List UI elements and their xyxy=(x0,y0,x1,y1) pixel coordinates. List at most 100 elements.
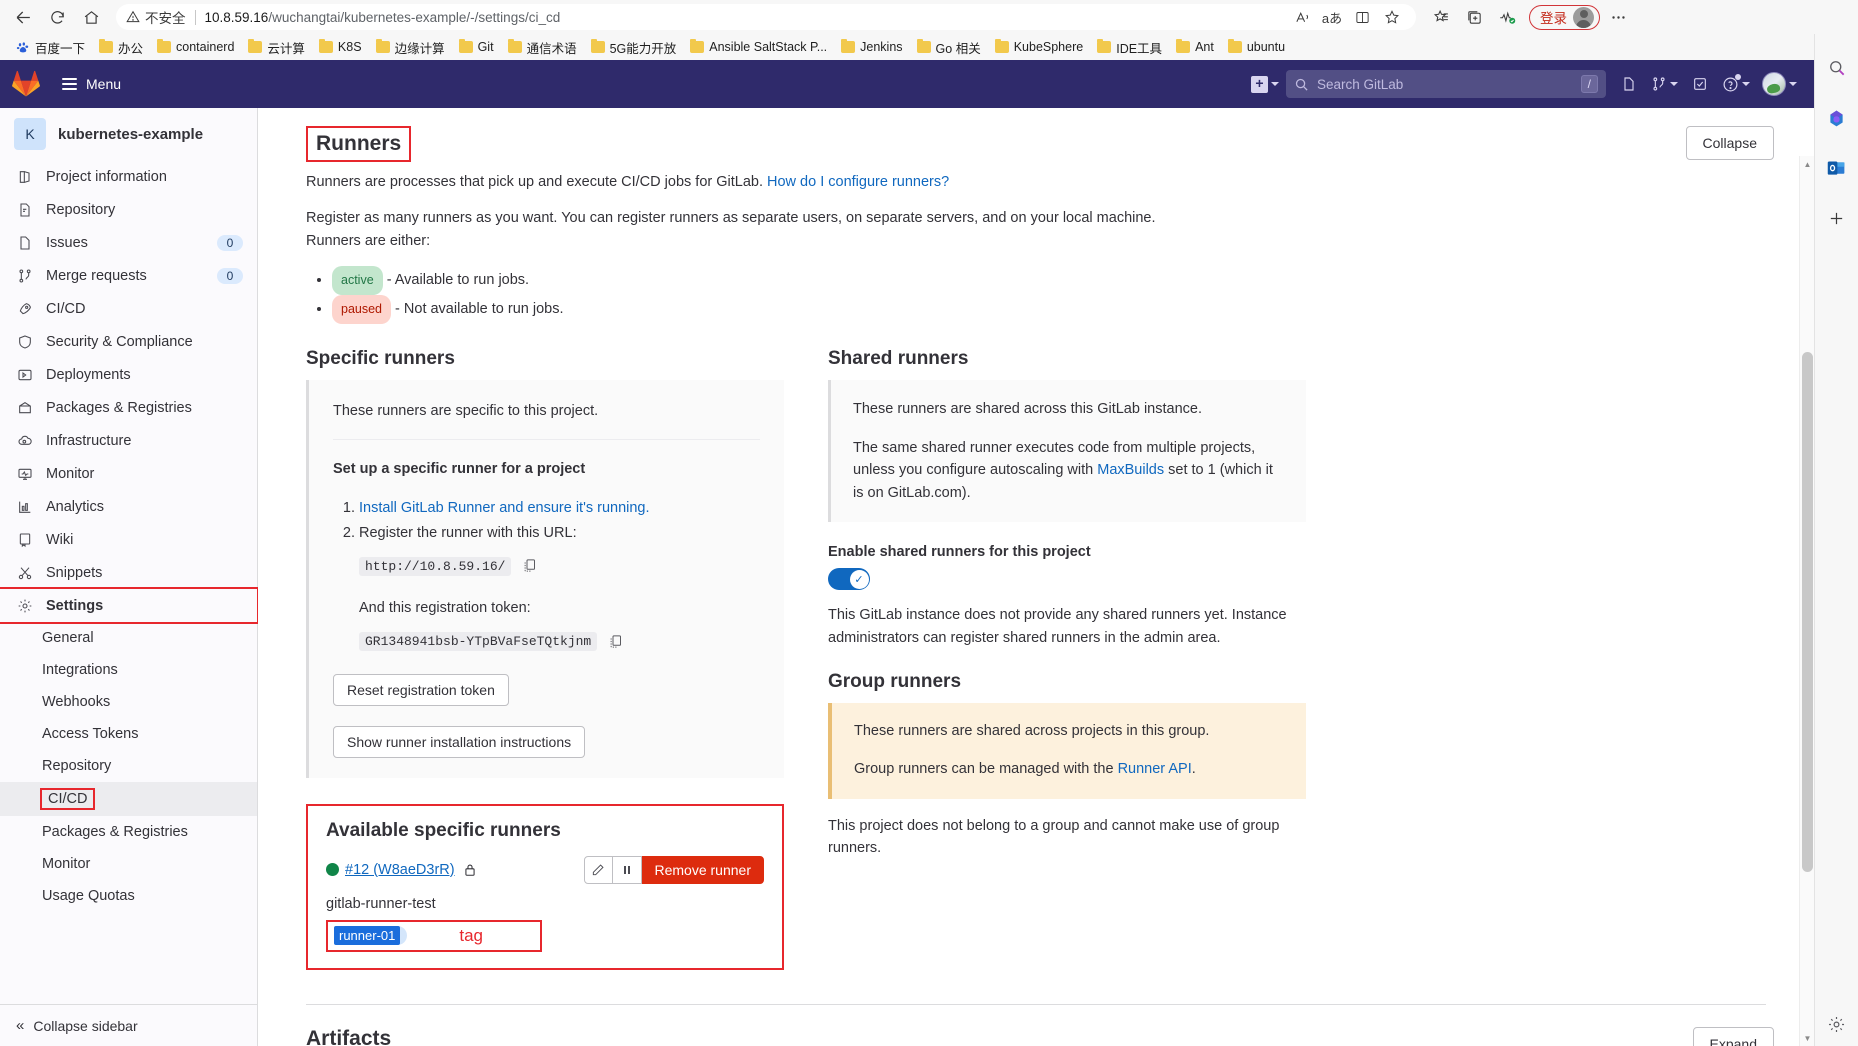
bookmark-item[interactable]: containerd xyxy=(151,37,240,57)
bookmark-item[interactable]: KubeSphere xyxy=(989,37,1090,57)
sidebar-item-settings[interactable]: Settings xyxy=(0,587,259,624)
scroll-up-arrow[interactable]: ▲ xyxy=(1800,156,1814,172)
show-runner-installation-instructions-button[interactable]: Show runner installation instructions xyxy=(333,725,586,758)
home-button[interactable] xyxy=(76,3,106,31)
runners-collapse-button[interactable]: Collapse xyxy=(1685,126,1774,160)
favorite-icon[interactable] xyxy=(1378,5,1406,29)
sidebar-subitem-label: Webhooks xyxy=(42,694,111,710)
sidebar-subitem-packages-registries[interactable]: Packages & Registries xyxy=(0,816,257,848)
collapse-sidebar-button[interactable]: « Collapse sidebar xyxy=(0,1004,257,1046)
browser-essentials-icon[interactable] xyxy=(1459,3,1489,31)
user-menu-button[interactable] xyxy=(1757,68,1802,100)
main-menu-button[interactable]: Menu xyxy=(54,71,129,97)
bookmark-item[interactable]: Git xyxy=(453,37,500,57)
sidebar-item-issues[interactable]: Issues 0 xyxy=(0,226,257,259)
sidebar-item-analytics[interactable]: Analytics xyxy=(0,490,257,523)
new-item-button[interactable]: + xyxy=(1246,68,1284,100)
add-icon[interactable] xyxy=(1825,206,1849,230)
sidebar-item-deployments[interactable]: Deployments xyxy=(0,358,257,391)
copy-token-icon[interactable] xyxy=(608,634,623,649)
bookmark-item[interactable]: Ansible SaltStack P... xyxy=(684,37,833,57)
sidebar-subitem-label: Usage Quotas xyxy=(42,888,135,904)
bookmark-item[interactable]: 通信术语 xyxy=(502,35,583,60)
back-button[interactable] xyxy=(8,3,38,31)
gitlab-logo-icon[interactable] xyxy=(12,70,40,98)
sidebar-item-monitor[interactable]: Monitor xyxy=(0,457,257,490)
bookmark-item[interactable]: 百度一下 xyxy=(10,35,91,60)
enable-shared-runners-toggle[interactable]: ✓ xyxy=(828,568,870,591)
remove-runner-button[interactable]: Remove runner xyxy=(641,855,764,884)
bookmark-item[interactable]: 办公 xyxy=(93,35,149,60)
pencil-icon[interactable] xyxy=(583,855,613,884)
pause-icon[interactable] xyxy=(612,855,642,884)
bookmark-item[interactable]: ubuntu xyxy=(1222,37,1291,57)
copy-url-icon[interactable] xyxy=(522,558,537,573)
sign-in-button[interactable]: 登录 xyxy=(1529,4,1600,30)
lock-icon xyxy=(463,863,477,877)
sidebar-subitem-usage-quotas[interactable]: Usage Quotas xyxy=(0,880,257,912)
sidebar-item-project-information[interactable]: Project information xyxy=(0,160,257,193)
sidebar-item-ci-cd[interactable]: CI/CD xyxy=(0,292,257,325)
sidebar-subitem-monitor[interactable]: Monitor xyxy=(0,848,257,880)
reset-registration-token-button[interactable]: Reset registration token xyxy=(333,673,509,706)
group-runners-note: This project does not belong to a group … xyxy=(828,817,1280,857)
browser-window: 不安全 10.8.59.16/wuchangtai/kubernetes-exa… xyxy=(0,0,1858,1046)
chevron-down-icon xyxy=(1789,82,1797,86)
address-bar[interactable]: 不安全 10.8.59.16/wuchangtai/kubernetes-exa… xyxy=(116,4,1416,30)
bookmark-item[interactable]: 边缘计算 xyxy=(370,35,451,60)
bookmark-item[interactable]: Go 相关 xyxy=(911,35,987,60)
search-icon[interactable] xyxy=(1825,56,1849,80)
sidebar-item-wiki[interactable]: Wiki xyxy=(0,523,257,556)
install-runner-link[interactable]: Install GitLab Runner and ensure it's ru… xyxy=(359,500,650,516)
sidebar-subitem-general[interactable]: General xyxy=(0,622,257,654)
sidebar-subitem-repository[interactable]: Repository xyxy=(0,750,257,782)
folder-icon xyxy=(99,38,114,53)
sidebar-item-packages-registries[interactable]: Packages & Registries xyxy=(0,391,257,424)
settings-gear-icon[interactable] xyxy=(1825,1012,1849,1036)
runner-id-link[interactable]: #12 (W8aeD3rR) xyxy=(345,862,455,878)
split-screen-icon[interactable] xyxy=(1348,5,1376,29)
bookmark-item[interactable]: K8S xyxy=(313,37,368,57)
sidebar-item-infrastructure[interactable]: Infrastructure xyxy=(0,424,257,457)
folder-icon xyxy=(916,38,931,53)
bookmark-item[interactable]: IDE工具 xyxy=(1091,35,1168,60)
sidebar-item-security-compliance[interactable]: Security & Compliance xyxy=(0,325,257,358)
bookmark-item[interactable]: Ant xyxy=(1170,37,1220,57)
sidebar-subitem-integrations[interactable]: Integrations xyxy=(0,654,257,686)
bookmark-label: containerd xyxy=(176,40,235,54)
read-aloud-icon[interactable] xyxy=(1288,5,1316,29)
collections-icon[interactable] xyxy=(1426,3,1456,31)
translate-icon[interactable]: aあ xyxy=(1318,5,1346,29)
bookmark-item[interactable]: Jenkins xyxy=(835,37,908,57)
configure-runners-link[interactable]: How do I configure runners? xyxy=(767,174,949,190)
maxbuilds-link[interactable]: MaxBuilds xyxy=(1097,462,1164,478)
performance-icon[interactable] xyxy=(1492,3,1522,31)
sidebar-subitem-access-tokens[interactable]: Access Tokens xyxy=(0,718,257,750)
folder-icon xyxy=(590,38,605,53)
sidebar-subitem-webhooks[interactable]: Webhooks xyxy=(0,686,257,718)
sidebar-item-merge-requests[interactable]: Merge requests 0 xyxy=(0,259,257,292)
scrollbar-thumb[interactable] xyxy=(1802,352,1813,872)
bookmark-item[interactable]: 云计算 xyxy=(242,35,311,60)
group-desc2-b: . xyxy=(1191,760,1196,777)
artifacts-expand-button[interactable]: Expand xyxy=(1692,1026,1774,1046)
help-button[interactable] xyxy=(1717,68,1755,100)
project-header[interactable]: K kubernetes-example xyxy=(0,108,257,160)
search-input[interactable]: Search GitLab / xyxy=(1286,70,1606,98)
copilot-icon[interactable] xyxy=(1825,106,1849,130)
bookmark-item[interactable]: 5G能力开放 xyxy=(585,35,683,60)
todos-button[interactable] xyxy=(1685,68,1715,100)
folder-icon xyxy=(458,38,473,53)
sidebar-item-repository[interactable]: Repository xyxy=(0,193,257,226)
merge-requests-button[interactable] xyxy=(1646,68,1683,100)
more-options-icon[interactable] xyxy=(1603,3,1633,31)
outlook-icon[interactable] xyxy=(1825,156,1849,180)
collapse-sidebar-label: Collapse sidebar xyxy=(33,1017,138,1034)
issues-button[interactable] xyxy=(1614,68,1644,100)
page-scrollbar[interactable]: ▲ ▼ xyxy=(1799,156,1814,1046)
runner-api-link[interactable]: Runner API xyxy=(1118,761,1192,777)
sidebar-item-snippets[interactable]: Snippets xyxy=(0,556,257,589)
scroll-down-arrow[interactable]: ▼ xyxy=(1800,1030,1814,1046)
sidebar-subitem-ci-cd[interactable]: CI/CD xyxy=(0,782,257,816)
reload-button[interactable] xyxy=(42,3,72,31)
